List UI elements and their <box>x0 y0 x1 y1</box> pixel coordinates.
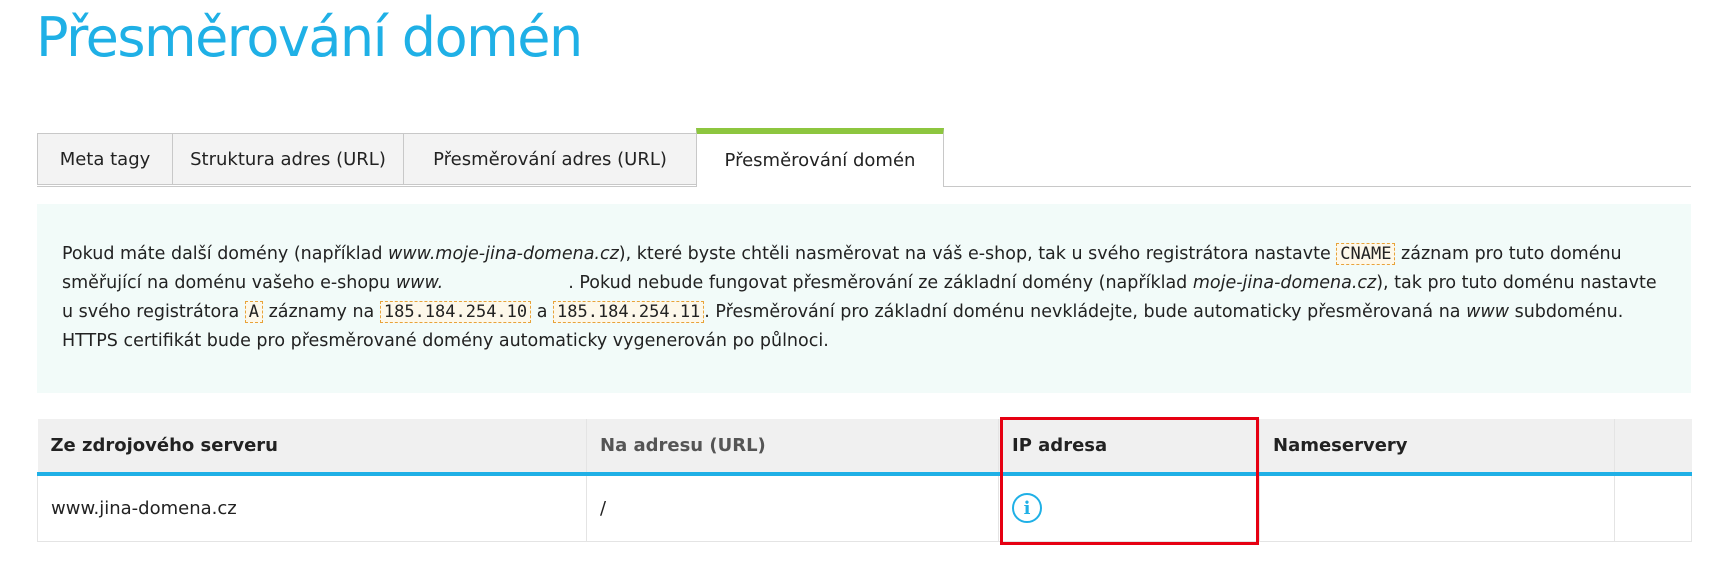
table-row: www.jina-domena.cz / i <box>37 474 1692 542</box>
example-domain: www.moje-jina-domena.cz <box>388 244 619 264</box>
info-box: Pokud máte další domény (například www.m… <box>37 204 1691 393</box>
info-text: Pokud máte další domény (například <box>62 244 389 264</box>
cell-nameservers <box>1259 474 1615 542</box>
ip-address-2: 185.184.254.11 <box>553 301 705 323</box>
www-prefix: www. <box>395 273 444 293</box>
table-header-row: Ze zdrojového serveru Na adresu (URL) IP… <box>37 419 1692 476</box>
header-ip: IP adresa <box>998 419 1260 476</box>
ip-address-1: 185.184.254.10 <box>379 301 532 323</box>
cell-target: / <box>586 474 999 542</box>
page-title: Přesměrování domén <box>36 6 583 69</box>
header-source: Ze zdrojového serveru <box>37 419 587 476</box>
info-text: . Pokud nebude fungovat přesměrování ze … <box>568 273 1193 293</box>
info-text: ), které byste chtěli nasměrovat na váš … <box>618 244 1337 264</box>
page: Přesměrování domén Meta tagy Struktura a… <box>0 0 1718 584</box>
tab-struktura-adres[interactable]: Struktura adres (URL) <box>172 133 404 185</box>
tab-meta-tagy[interactable]: Meta tagy <box>37 133 173 185</box>
cname-code: CNAME <box>1336 243 1396 265</box>
info-icon[interactable]: i <box>1012 493 1042 524</box>
info-text: záznamy na <box>263 302 380 322</box>
info-text: . Přesměrování pro základní doménu nevkl… <box>704 302 1467 322</box>
example-base-domain: moje-jina-domena.cz <box>1192 273 1377 293</box>
header-actions <box>1614 419 1692 476</box>
header-nameservers: Nameservery <box>1259 419 1615 476</box>
cell-source: www.jina-domena.cz <box>37 474 587 542</box>
header-target: Na adresu (URL) <box>586 419 999 476</box>
tab-presmerovani-domen[interactable]: Přesměrování domén <box>696 128 944 187</box>
www-word: www <box>1466 302 1510 322</box>
cell-actions <box>1614 474 1692 542</box>
a-record-code: A <box>244 301 264 323</box>
cell-ip: i <box>998 474 1260 542</box>
tab-bar: Meta tagy Struktura adres (URL) Přesměro… <box>37 128 1691 187</box>
info-text: a <box>531 302 553 322</box>
redirect-table: Ze zdrojového serveru Na adresu (URL) IP… <box>37 419 1692 542</box>
tab-presmerovani-adres[interactable]: Přesměrování adres (URL) <box>403 133 697 185</box>
